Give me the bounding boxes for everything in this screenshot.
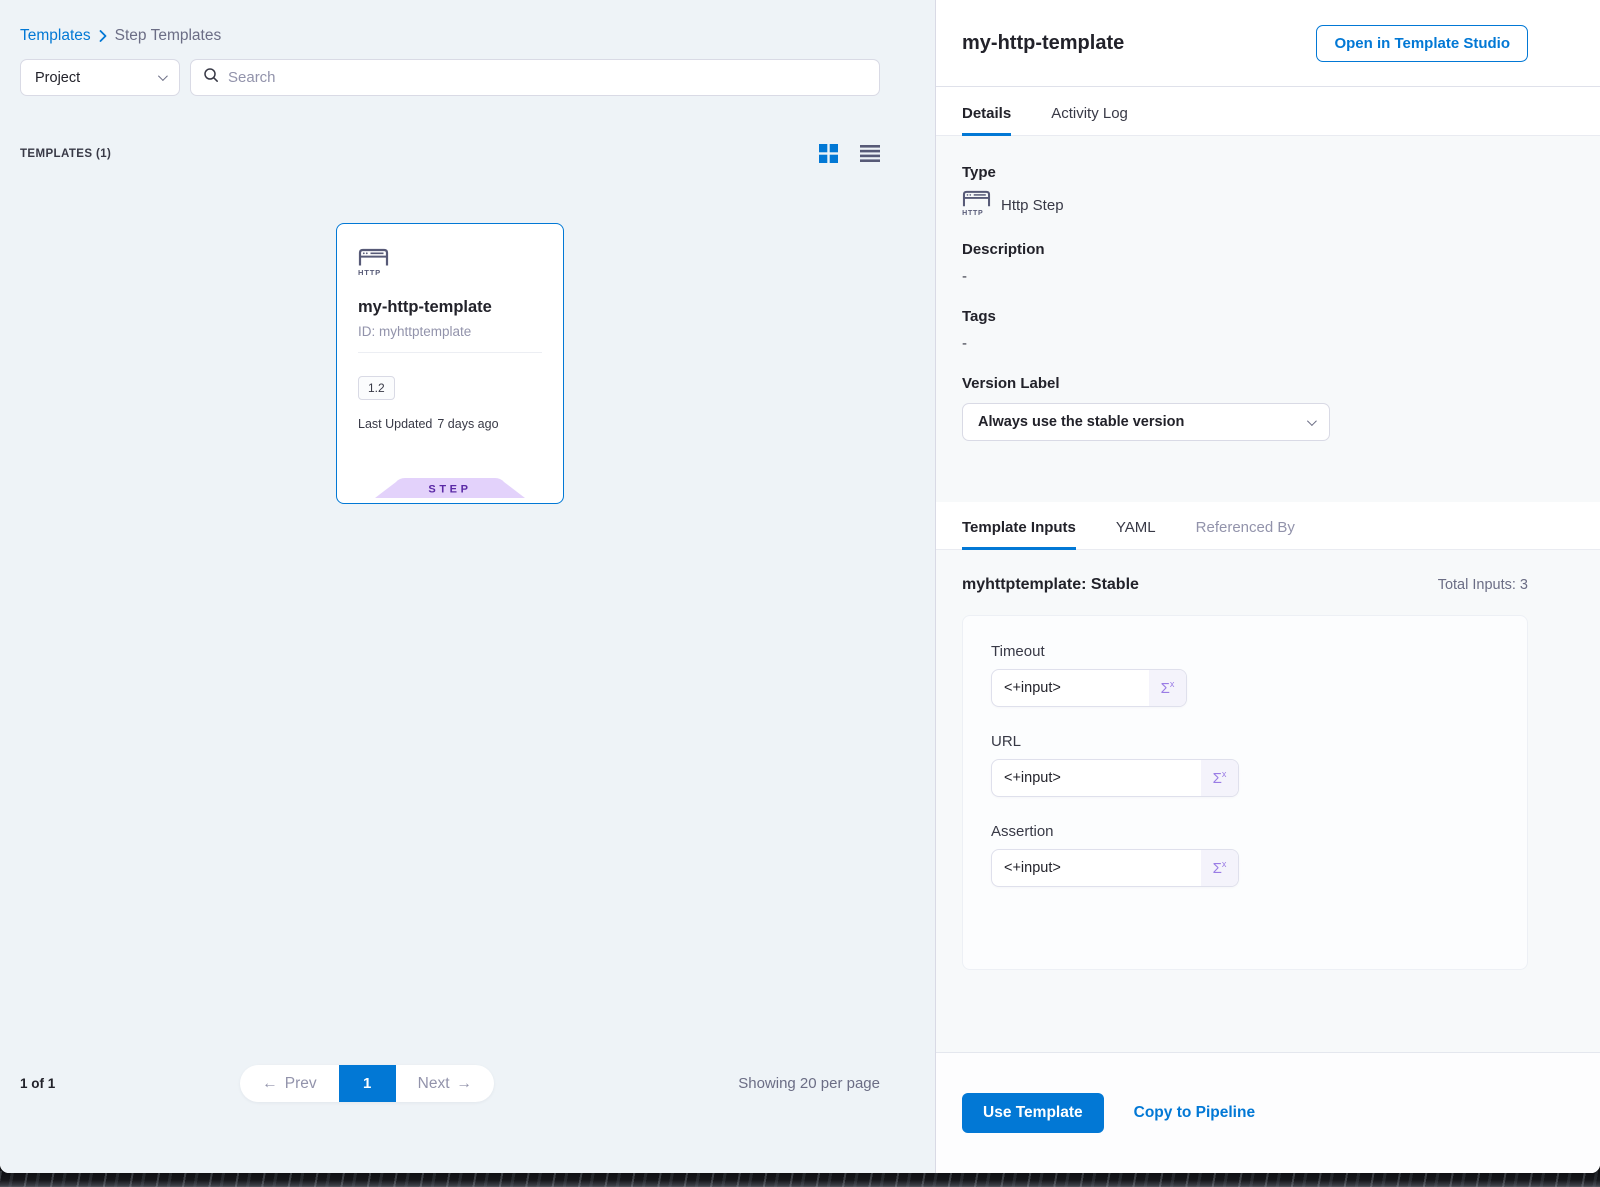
per-page-label: Showing 20 per page [738, 1075, 880, 1092]
next-page-button[interactable]: Next → [396, 1065, 494, 1102]
http-step-icon: HTTP [358, 263, 389, 280]
template-card[interactable]: HTTP my-http-template ID: myhttptemplate… [336, 223, 564, 504]
pagination: 1 of 1 ← Prev 1 Next → Showing 20 per pa… [20, 1065, 880, 1102]
timeout-input-value[interactable]: <+input> [992, 670, 1149, 706]
search-icon [203, 67, 219, 88]
details-section: Type HTTP Http Step Description - Tags [936, 136, 1600, 502]
timeout-field-group: Timeout <+input> Σx [991, 643, 1499, 707]
tags-value: - [962, 335, 1528, 352]
copy-to-pipeline-link[interactable]: Copy to Pipeline [1134, 1104, 1255, 1122]
template-card-id: ID: myhttptemplate [358, 324, 542, 339]
prev-page-button[interactable]: ← Prev [240, 1065, 338, 1102]
runtime-input-icon[interactable]: Σx [1201, 850, 1238, 886]
list-view-icon[interactable] [860, 145, 880, 162]
inputs-title: myhttptemplate: Stable [962, 576, 1139, 594]
page-1-button[interactable]: 1 [339, 1065, 396, 1102]
list-header: TEMPLATES (1) [20, 144, 880, 163]
arrow-left-icon: ← [262, 1075, 278, 1093]
total-inputs-label: Total Inputs: 3 [1438, 577, 1528, 593]
use-template-button[interactable]: Use Template [962, 1093, 1104, 1133]
url-field-group: URL <+input> Σx [991, 733, 1499, 797]
open-in-template-studio-button[interactable]: Open in Template Studio [1316, 25, 1528, 62]
tab-template-inputs[interactable]: Template Inputs [962, 519, 1076, 550]
version-chip: 1.2 [358, 376, 395, 400]
scope-select-value: Project [35, 70, 80, 86]
runtime-input-icon[interactable]: Σx [1201, 760, 1238, 796]
svg-text:HTTP: HTTP [358, 268, 381, 276]
timeout-input: <+input> Σx [991, 669, 1187, 707]
svg-text:STEP: STEP [428, 484, 471, 496]
details-footer: Use Template Copy to Pipeline [936, 1052, 1600, 1173]
pager: ← Prev 1 Next → [240, 1065, 494, 1102]
type-value-row: HTTP Http Step [962, 190, 1528, 220]
url-input: <+input> Σx [991, 759, 1239, 797]
tab-referenced-by[interactable]: Referenced By [1196, 519, 1295, 550]
svg-text:HTTP: HTTP [962, 210, 983, 216]
card-divider [358, 352, 542, 353]
search-box [190, 59, 880, 96]
description-label: Description [962, 241, 1528, 258]
template-card-title: my-http-template [358, 298, 542, 317]
arrow-right-icon: → [457, 1075, 473, 1093]
details-title: my-http-template [962, 32, 1124, 55]
search-input[interactable] [228, 69, 867, 86]
inputs-header: myhttptemplate: Stable Total Inputs: 3 [962, 576, 1528, 594]
details-tabbar: Details Activity Log [936, 87, 1600, 136]
version-select-value: Always use the stable version [978, 414, 1184, 430]
type-value: Http Step [1001, 197, 1064, 214]
version-label: Version Label [962, 375, 1528, 392]
inputs-tabbar: Template Inputs YAML Referenced By [936, 502, 1600, 550]
runtime-input-icon[interactable]: Σx [1149, 670, 1186, 706]
assertion-input: <+input> Σx [991, 849, 1239, 887]
url-input-value[interactable]: <+input> [992, 760, 1201, 796]
assertion-field-group: Assertion <+input> Σx [991, 823, 1499, 887]
page-count: 1 of 1 [20, 1076, 55, 1091]
template-inputs-section: myhttptemplate: Stable Total Inputs: 3 T… [936, 550, 1600, 1052]
breadcrumb-templates-link[interactable]: Templates [20, 27, 91, 45]
assertion-input-value[interactable]: <+input> [992, 850, 1201, 886]
templates-count-label: TEMPLATES (1) [20, 148, 111, 160]
details-header: my-http-template Open in Template Studio [936, 0, 1600, 87]
desktop-wallpaper-strip [0, 1171, 1600, 1187]
tab-details[interactable]: Details [962, 105, 1011, 136]
chevron-right-icon [99, 30, 107, 42]
type-label: Type [962, 164, 1528, 181]
http-step-icon: HTTP [962, 190, 991, 220]
list-controls: Project [0, 45, 935, 96]
last-updated: Last Updated 7 days ago [358, 417, 542, 431]
tags-label: Tags [962, 308, 1528, 325]
scope-select[interactable]: Project [20, 59, 180, 96]
inputs-card: Timeout <+input> Σx URL <+input> Σx Asse… [962, 615, 1528, 970]
app-window: Templates Step Templates Project TEMPLAT… [0, 0, 1600, 1173]
tab-yaml[interactable]: YAML [1116, 519, 1156, 550]
breadcrumb-current: Step Templates [115, 27, 222, 45]
template-details-panel: my-http-template Open in Template Studio… [936, 0, 1600, 1173]
step-type-badge: STEP [375, 478, 525, 503]
assertion-label: Assertion [991, 823, 1499, 840]
tab-activity-log[interactable]: Activity Log [1051, 105, 1128, 136]
grid-view-icon[interactable] [819, 144, 838, 163]
chevron-down-icon [158, 71, 168, 81]
templates-grid: HTTP my-http-template ID: myhttptemplate… [0, 163, 935, 504]
breadcrumb: Templates Step Templates [0, 0, 935, 45]
version-select[interactable]: Always use the stable version [962, 403, 1330, 441]
view-toggles [819, 144, 880, 163]
description-value: - [962, 268, 1528, 285]
url-label: URL [991, 733, 1499, 750]
chevron-down-icon [1307, 416, 1317, 426]
templates-list-panel: Templates Step Templates Project TEMPLAT… [0, 0, 936, 1173]
timeout-label: Timeout [991, 643, 1499, 660]
